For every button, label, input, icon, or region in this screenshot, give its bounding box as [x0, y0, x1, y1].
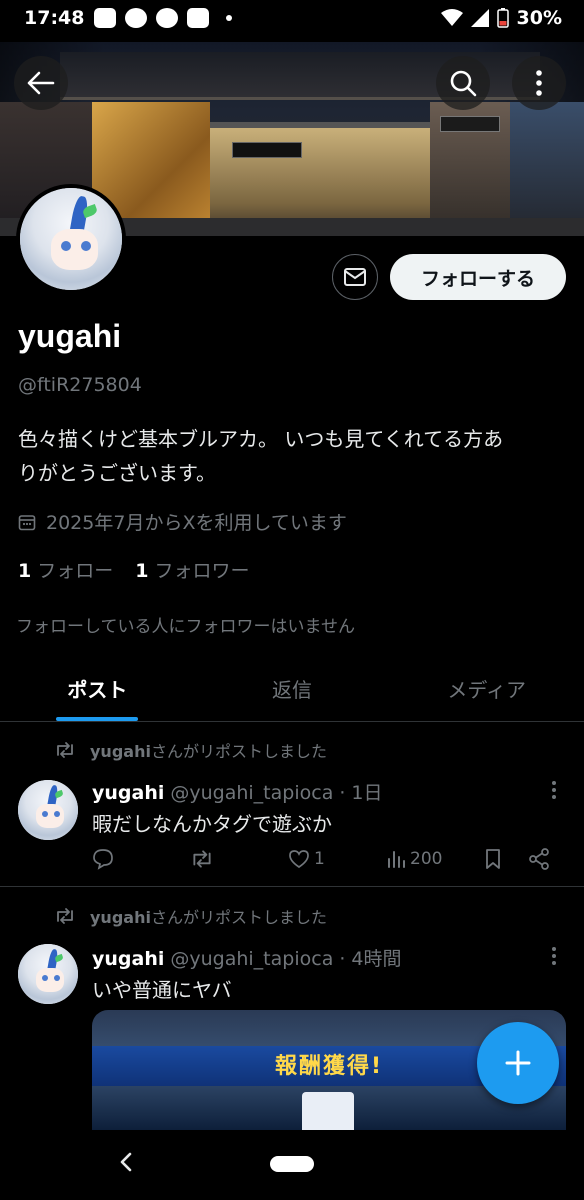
banner-sign — [440, 116, 500, 132]
post-actions: 1 200 — [92, 848, 562, 870]
more-vertical-icon — [552, 781, 556, 799]
profile-bio: 色々描くけど基本ブルアカ。 いつも見てくれてる方あ りがとうございます。 — [18, 422, 566, 490]
tab-label: メディア — [447, 678, 526, 702]
bookmark-icon — [486, 849, 500, 869]
post-text: いや普通にヤバ — [92, 978, 232, 1002]
post-header: yugahi @yugahi_tapioca · 1日 — [92, 778, 383, 805]
search-icon — [450, 70, 477, 97]
post-author-handle[interactable]: @yugahi_tapioca — [170, 782, 333, 804]
tab-posts[interactable]: ポスト — [0, 656, 195, 721]
post-divider — [0, 886, 584, 887]
app-icon — [187, 8, 210, 28]
repost-icon — [57, 908, 73, 924]
views-icon — [388, 851, 405, 868]
search-button[interactable] — [436, 56, 490, 110]
followers-link[interactable]: 1 フォロワー — [135, 556, 249, 583]
banner-sign — [232, 142, 302, 158]
avatar-image — [20, 188, 122, 290]
follow-button[interactable]: フォローする — [390, 254, 566, 300]
profile-tabs: ポスト 返信 メディア — [0, 656, 584, 722]
following-link[interactable]: 1 フォロー — [18, 556, 113, 583]
post-avatar[interactable] — [18, 944, 78, 1004]
following-label: フォロー — [37, 560, 114, 582]
more-vertical-icon — [552, 947, 556, 965]
joined-date: 2025年7月からXを利用しています — [18, 508, 347, 535]
signal-icon — [470, 9, 489, 27]
followers-label: フォロワー — [154, 560, 250, 582]
follow-stats: 1 フォロー 1 フォロワー — [18, 556, 250, 583]
repost-suffix: さんがリポストしました — [150, 742, 327, 761]
plus-icon — [505, 1050, 531, 1076]
views-button[interactable]: 200 — [386, 849, 484, 869]
more-vertical-icon — [536, 70, 542, 96]
mutual-followers-note: フォローしている人にフォロワーはいません — [16, 617, 355, 637]
like-button[interactable]: 1 — [288, 849, 386, 869]
bio-line: りがとうございます。 — [18, 461, 216, 485]
post-author-name[interactable]: yugahi — [92, 948, 164, 970]
nav-home-pill[interactable] — [270, 1156, 314, 1172]
following-count: 1 — [18, 560, 32, 582]
nav-back-button[interactable] — [118, 1150, 134, 1180]
more-options-button[interactable] — [512, 56, 566, 110]
post-time: · 1日 — [339, 782, 383, 804]
post-header: yugahi @yugahi_tapioca · 4時間 — [92, 944, 402, 971]
tab-replies[interactable]: 返信 — [195, 656, 390, 721]
compose-button[interactable] — [477, 1022, 559, 1104]
back-button[interactable] — [14, 56, 68, 110]
tab-label: 返信 — [272, 678, 312, 702]
post-text: 暇だしなんかタグで遊ぶか — [92, 812, 332, 836]
tab-label: ポスト — [67, 678, 128, 702]
bookmark-button[interactable] — [484, 848, 528, 870]
joined-text: 2025年7月からXを利用しています — [46, 512, 347, 534]
mail-icon — [344, 268, 366, 286]
share-button[interactable] — [528, 848, 550, 870]
display-name: yugahi — [18, 318, 122, 354]
post-avatar[interactable] — [18, 780, 78, 840]
reply-icon — [93, 849, 113, 870]
app-icon — [156, 8, 179, 28]
repost-indicator: yugahiさんがリポストしました — [54, 904, 327, 928]
repost-icon — [57, 742, 73, 758]
wifi-icon — [440, 9, 463, 26]
repost-indicator: yugahiさんがリポストしました — [54, 738, 327, 762]
active-tab-indicator — [56, 717, 138, 721]
followers-count: 1 — [135, 560, 149, 582]
view-count: 200 — [410, 849, 443, 869]
system-nav-bar — [0, 1130, 584, 1200]
arrow-left-icon — [27, 71, 55, 95]
heart-icon — [289, 850, 309, 869]
post-time: · 4時間 — [339, 948, 402, 970]
banner-building — [510, 102, 584, 236]
battery-percent: 30% — [516, 7, 562, 29]
status-time: 17:48 — [24, 7, 85, 29]
share-icon — [529, 848, 549, 870]
repost-user: yugahi — [90, 908, 151, 927]
media-item — [302, 1092, 354, 1130]
repost-suffix: さんがリポストしました — [150, 908, 327, 927]
message-button[interactable] — [332, 254, 378, 300]
repost-user: yugahi — [90, 742, 151, 761]
like-count: 1 — [314, 849, 325, 869]
calendar-icon — [18, 514, 36, 530]
profile-avatar[interactable] — [16, 184, 126, 294]
post-author-name[interactable]: yugahi — [92, 782, 164, 804]
youtube-icon — [94, 8, 117, 28]
notification-icons — [94, 8, 233, 28]
status-bar: 17:48 30% — [0, 0, 584, 36]
profile-handle: @ftiR275804 — [18, 374, 142, 396]
tab-media[interactable]: メディア — [389, 656, 584, 721]
post-more-button[interactable] — [544, 780, 564, 805]
more-notifications-dot — [226, 15, 233, 21]
repost-icon — [193, 850, 211, 868]
app-icon — [125, 8, 148, 28]
bio-line: 色々描くけど基本ブルアカ。 いつも見てくれてる方あ — [18, 427, 504, 451]
repost-button[interactable] — [190, 849, 288, 869]
battery-icon — [496, 8, 509, 28]
chevron-left-icon — [120, 1152, 132, 1172]
reply-button[interactable] — [92, 848, 190, 870]
post-author-handle[interactable]: @yugahi_tapioca — [170, 948, 333, 970]
post-more-button[interactable] — [544, 946, 564, 971]
